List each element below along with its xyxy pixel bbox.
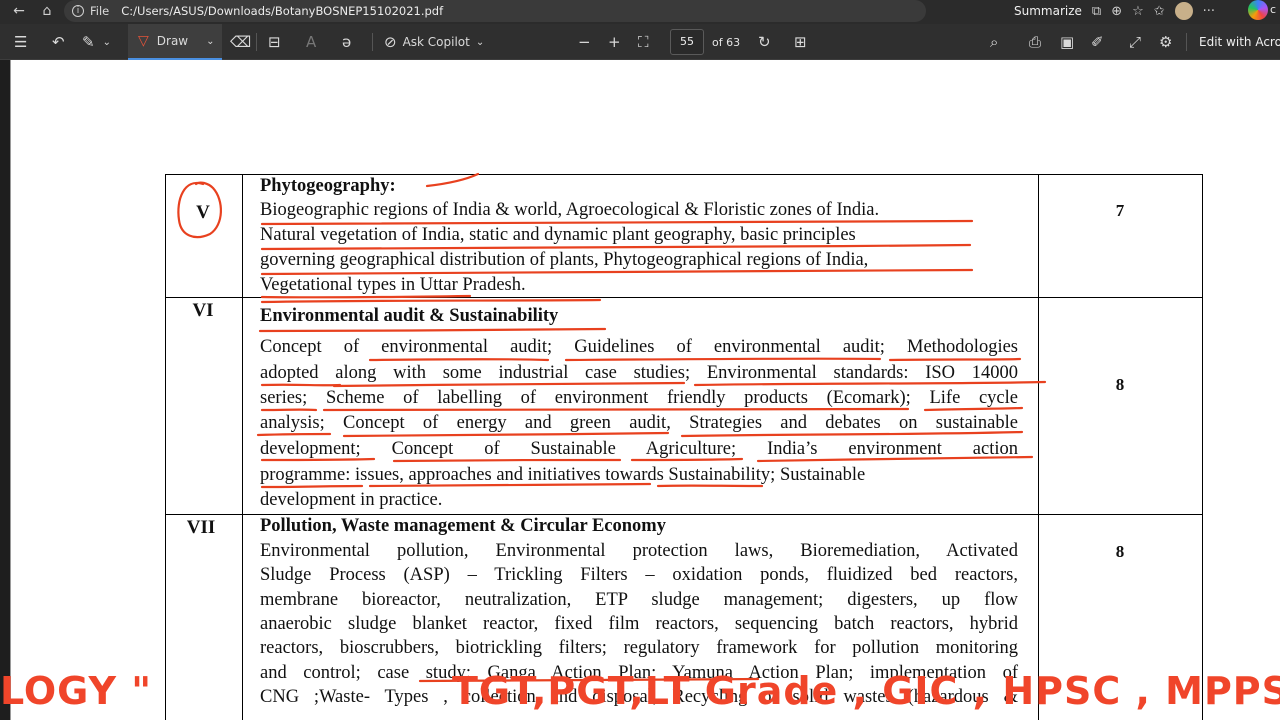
more-menu-icon[interactable]: ··· <box>1203 4 1215 19</box>
fullscreen-icon[interactable]: ⤢ <box>1129 24 1141 60</box>
unit-number: VII <box>186 517 216 538</box>
unit-hours: 7 <box>1115 201 1125 220</box>
ask-copilot-button[interactable]: ⊘ Ask Copilot ⌄ <box>384 24 484 60</box>
toolbar-divider <box>372 33 373 51</box>
unit-text-line: series; Scheme of labelling of environme… <box>260 388 1018 408</box>
top-right-tools: Summarize ⧉ ⊕ ☆ ✩ ··· <box>1014 0 1215 22</box>
edit-with-acrobat-button[interactable]: Edit with Acrob <box>1199 24 1280 60</box>
zoom-in-icon[interactable]: + <box>608 24 621 60</box>
table-row-divider <box>165 297 1203 298</box>
unit-number: VI <box>192 300 214 321</box>
text-format-icon[interactable]: A <box>306 24 316 60</box>
unit-text-line: governing geographical distribution of p… <box>260 250 869 270</box>
unit-text-line: programme: issues, approaches and initia… <box>260 465 866 485</box>
unit-heading: Environmental audit & Sustainability <box>260 306 559 326</box>
draw-label: Draw <box>156 34 189 48</box>
print-icon[interactable]: ⎙ <box>1029 24 1041 60</box>
unit-text-line: development; Concept of Sustainable Agri… <box>260 439 1018 459</box>
toolbar-divider <box>256 33 257 51</box>
info-icon[interactable]: i <box>72 5 84 17</box>
chevron-down-icon: ⌄ <box>206 35 215 47</box>
save-as-icon[interactable]: ✐ <box>1091 24 1104 60</box>
unit-text-line: Biogeographic regions of India & world, … <box>260 200 880 220</box>
left-panel-edge <box>0 60 10 720</box>
chevron-down-icon: ⌄ <box>475 36 485 48</box>
unit-text-line: adopted along with some industrial case … <box>260 363 1018 383</box>
copilot-label-cut: c <box>1270 3 1277 16</box>
unit-text-line: Concept of environmental audit; Guidelin… <box>260 337 1018 357</box>
table-column-divider <box>242 174 243 720</box>
table-row-divider <box>165 514 1203 515</box>
address-bar[interactable]: i File C:/Users/ASUS/Downloads/BotanyBOS… <box>64 0 926 22</box>
pen-icon: ▽ <box>138 33 149 49</box>
save-icon[interactable]: ▣ <box>1060 24 1074 60</box>
unit-number: V <box>196 202 210 223</box>
unit-hours: 8 <box>1115 542 1125 561</box>
favorites-bar-icon[interactable]: ✩ <box>1154 4 1165 19</box>
zoom-out-icon[interactable]: − <box>578 24 591 60</box>
draw-button[interactable]: ▽ Draw ⌄ <box>128 24 222 60</box>
browser-top-bar: ← ⌂ i File C:/Users/ASUS/Downloads/Botan… <box>0 0 1280 24</box>
page-border <box>10 60 11 720</box>
file-label: File <box>90 4 110 18</box>
unit-text-line: Natural vegetation of India, static and … <box>260 225 856 245</box>
text-box-icon[interactable]: ⊟ <box>268 24 281 60</box>
unit-text-line: Environmental pollution, Environmental p… <box>260 541 1018 561</box>
ask-copilot-label: Ask Copilot <box>402 35 470 49</box>
undo-icon[interactable]: ↶ <box>52 24 65 60</box>
favorite-star-icon[interactable]: ☆ <box>1132 4 1144 19</box>
page-view-icon[interactable]: ⊞ <box>794 24 807 60</box>
toolbar-divider <box>1186 33 1187 51</box>
url-text[interactable]: C:/Users/ASUS/Downloads/BotanyBOSNEP1510… <box>121 4 443 18</box>
search-icon[interactable]: ⌕ <box>990 24 998 60</box>
home-icon[interactable]: ⌂ <box>36 3 58 19</box>
unit-heading: Phytogeography: <box>260 176 396 196</box>
page-number-input[interactable]: 55 <box>670 29 704 55</box>
unit-text-line: membrane bioreactor, neutralization, ETP… <box>260 590 1018 610</box>
contents-icon[interactable]: ☰ <box>14 24 27 60</box>
unit-text-line: Vegetational types in Uttar Pradesh. <box>260 275 526 295</box>
eraser-icon[interactable]: ⌫ <box>230 24 251 60</box>
summarize-button[interactable]: Summarize <box>1014 4 1082 18</box>
copilot-icon[interactable] <box>1248 0 1268 20</box>
overlay-caption-left: LOGY " <box>0 669 153 713</box>
back-arrow-icon[interactable]: ← <box>8 3 30 19</box>
settings-gear-icon[interactable]: ⚙ <box>1159 24 1172 60</box>
table-column-divider <box>1038 174 1039 720</box>
unit-text-line: development in practice. <box>260 490 443 510</box>
profile-avatar[interactable] <box>1174 2 1193 20</box>
unit-text-line: anaerobic sludge blanket reactor, fixed … <box>260 614 1018 634</box>
pdf-toolbar: ☰ ↶ ✎ ⌄ ▽ Draw ⌄ ⌫ ⊟ A ǝ ⊘ Ask Copilot ⌄ … <box>0 24 1280 60</box>
unit-hours: 8 <box>1115 375 1125 394</box>
copilot-small-icon[interactable]: ⧉ <box>1092 4 1101 19</box>
page-count: of 63 <box>712 35 741 49</box>
unit-text-line: analysis; Concept of energy and green au… <box>260 413 1018 433</box>
zoom-icon[interactable]: ⊕ <box>1111 4 1122 19</box>
highlight-icon[interactable]: ✎ ⌄ <box>82 24 111 60</box>
fit-page-icon[interactable]: ⛶ <box>638 24 649 60</box>
overlay-caption-right: TGT,PGT,LT Grade , GIC , HPSC , MPPSC, <box>452 669 1280 713</box>
unit-heading: Pollution, Waste management & Circular E… <box>260 516 666 536</box>
unit-text-line: Sludge Process (ASP) – Trickling Filters… <box>260 565 1018 585</box>
unit-text-line: reactors, bioscrubbers, biotrickling fil… <box>260 638 1018 658</box>
rotate-icon[interactable]: ↻ <box>758 24 771 60</box>
copilot-outline-icon: ⊘ <box>384 33 397 51</box>
read-aloud-icon[interactable]: ǝ <box>342 24 351 60</box>
